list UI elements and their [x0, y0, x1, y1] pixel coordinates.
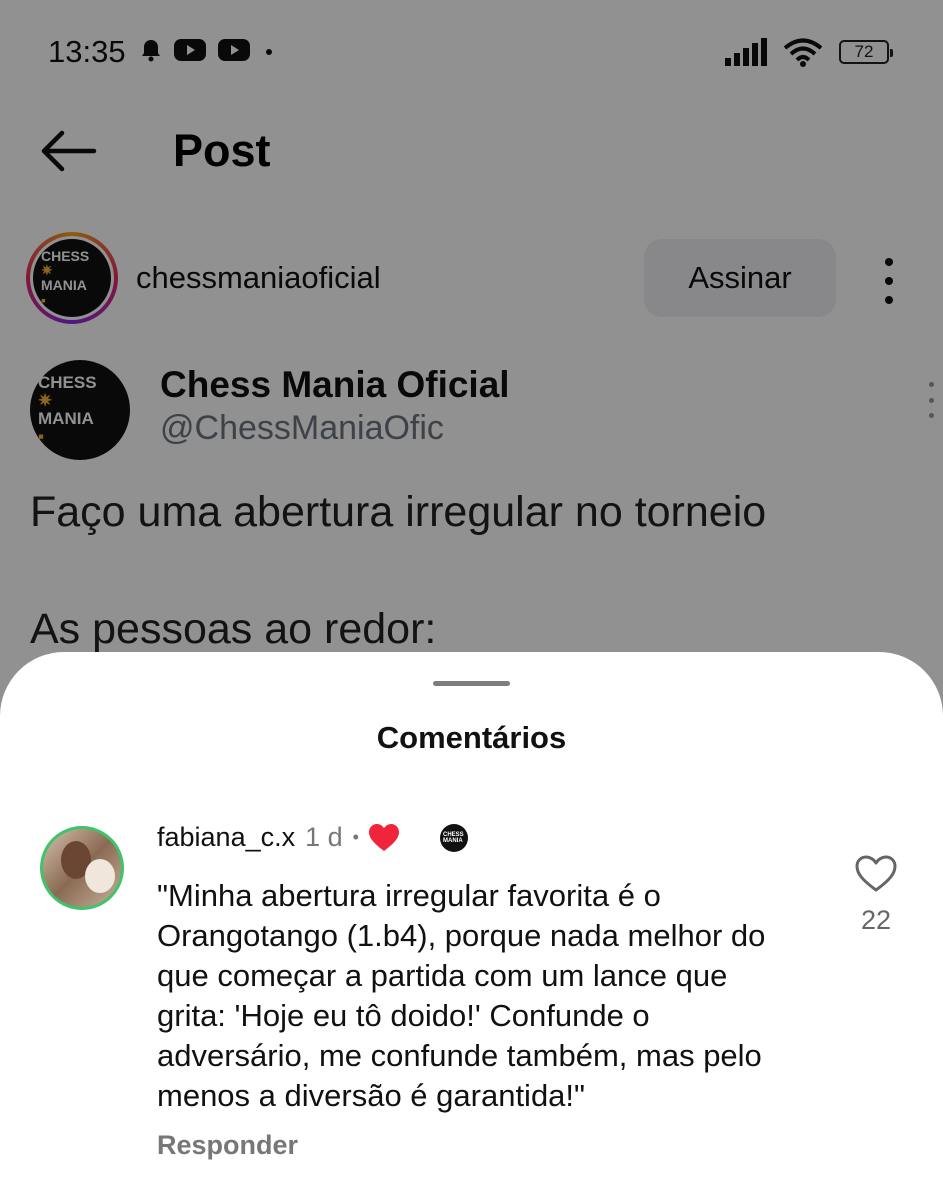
comment-time: 1 d — [305, 822, 343, 852]
more-vertical-icon[interactable] — [880, 258, 898, 304]
youtube-icon — [218, 39, 250, 61]
like-count: 22 — [860, 905, 892, 935]
tweet-author-name: Chess Mania Oficial — [160, 364, 510, 405]
sheet-drag-handle[interactable] — [433, 681, 510, 686]
tweet-text-line: As pessoas ao redor: — [30, 605, 437, 653]
reply-button[interactable]: Responder — [157, 1130, 298, 1161]
tweet-author-handle: @ChessManiaOfic — [160, 409, 444, 447]
battery-icon: 72 — [839, 40, 893, 64]
dot-icon — [266, 49, 272, 55]
subscribe-button[interactable]: Assinar — [644, 239, 836, 317]
comment-separator: • — [352, 827, 359, 847]
side-scroll-dots-icon — [927, 382, 935, 418]
wifi-icon — [783, 38, 823, 67]
logo-text: CHESS — [38, 373, 97, 393]
signal-icon — [725, 38, 767, 66]
author-liked-heart-icon — [368, 823, 399, 851]
commenter-avatar[interactable] — [40, 826, 124, 910]
status-icons-right: 72 — [725, 37, 893, 67]
like-heart-icon[interactable] — [855, 855, 897, 893]
logo-text: MANIA — [38, 409, 94, 428]
back-arrow-icon[interactable] — [38, 128, 98, 174]
account-avatar[interactable]: CHESS ✷ MANIA ▪ — [33, 239, 111, 317]
creator-liked-badge: CHESS MANIA — [440, 824, 468, 852]
comments-sheet: Comentários fabiana_c.x 1 d • "Minha abe… — [0, 652, 943, 1200]
comments-title: Comentários — [376, 720, 567, 755]
account-username[interactable]: chessmaniaoficial — [136, 260, 381, 296]
comment-text: "Minha abertura irregular favorita é o O… — [157, 878, 766, 1113]
bell-icon — [142, 40, 160, 62]
logo-text: MANIA — [443, 838, 463, 844]
logo-text: CHESS — [41, 247, 90, 264]
tweet-text-line: Faço uma abertura irregular no torneio — [30, 488, 767, 536]
battery-level: 72 — [854, 42, 874, 61]
comment-meta: fabiana_c.x 1 d • — [157, 822, 437, 853]
status-time: 13:35 — [48, 34, 126, 69]
tweet-avatar: CHESS ✷ MANIA ▪ — [30, 360, 130, 460]
youtube-icon — [174, 39, 206, 61]
status-icons-left — [140, 38, 276, 62]
logo-text: MANIA — [41, 277, 87, 293]
comment-username[interactable]: fabiana_c.x — [157, 822, 295, 853]
page-title: Post — [173, 125, 271, 176]
